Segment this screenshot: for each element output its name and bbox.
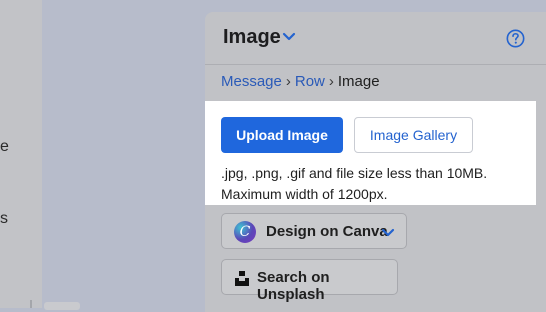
chevron-down-icon[interactable] bbox=[380, 226, 396, 240]
panel-title[interactable]: Image bbox=[223, 26, 281, 49]
left-divider bbox=[30, 300, 32, 308]
image-gallery-button[interactable]: Image Gallery bbox=[354, 117, 473, 153]
panel-header: Image bbox=[205, 12, 546, 65]
help-icon[interactable] bbox=[506, 29, 525, 48]
upload-hint-line: Maximum width of 1200px. bbox=[221, 186, 388, 202]
breadcrumb-message[interactable]: Message bbox=[221, 73, 282, 90]
breadcrumb-row[interactable]: Row bbox=[295, 73, 325, 90]
upload-hint-line: .jpg, .png, .gif and file size less than… bbox=[221, 165, 488, 181]
breadcrumb-separator: › bbox=[328, 73, 334, 90]
upload-image-button[interactable]: Upload Image bbox=[221, 117, 343, 153]
left-panel-text-fragment: e bbox=[0, 138, 9, 155]
design-on-canva-button[interactable]: C Design on Canva bbox=[221, 213, 407, 249]
search-on-unsplash-button[interactable]: Search on Unsplash bbox=[221, 259, 398, 303]
left-panel-text-fragment: s bbox=[0, 210, 8, 227]
unsplash-label: Search on Unsplash bbox=[257, 269, 330, 303]
unsplash-icon bbox=[235, 271, 249, 286]
left-scrollbar[interactable] bbox=[44, 302, 80, 310]
canva-logo-icon: C bbox=[234, 221, 256, 243]
upload-hint: .jpg, .png, .gif and file size less than… bbox=[221, 163, 531, 205]
breadcrumb-current: Image bbox=[337, 73, 380, 90]
breadcrumb-separator: › bbox=[285, 73, 291, 90]
canva-label: Design on Canva bbox=[266, 223, 388, 240]
breadcrumb: Message › Row › Image bbox=[221, 73, 380, 90]
chevron-down-icon[interactable] bbox=[281, 30, 297, 44]
